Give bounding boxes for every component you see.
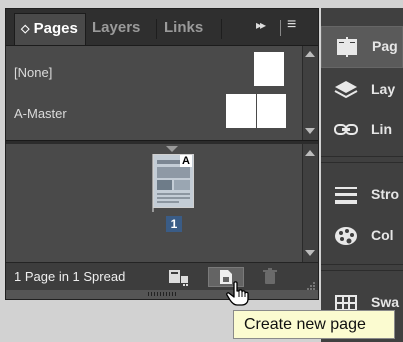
panel-tab-bar: ◇ Pages Layers Links ▸▸ ≡ <box>6 9 318 46</box>
page-thumbnail[interactable]: A <box>153 154 194 208</box>
dock-item-label: Swa <box>371 294 400 310</box>
dock-item-label: Lay <box>371 81 396 97</box>
master-a-right-page[interactable] <box>257 94 286 128</box>
dock-item-color[interactable]: Col <box>321 216 403 256</box>
panel-footer: 1 Page in 1 Spread <box>6 262 318 290</box>
dock-item-stroke[interactable]: Stro <box>321 175 403 215</box>
tab-links[interactable]: Links <box>164 13 218 45</box>
master-a[interactable]: A-Master <box>6 92 302 132</box>
tab-separator <box>280 20 281 36</box>
panel-menu-button[interactable]: ≡ <box>287 16 309 36</box>
links-icon <box>333 119 359 141</box>
color-icon <box>333 225 359 247</box>
grip-handle-icon <box>148 292 178 296</box>
dock-item-label: Col <box>371 227 394 243</box>
page-count-status: 1 Page in 1 Spread <box>14 269 126 284</box>
page-number-badge[interactable]: 1 <box>166 216 182 232</box>
master-letter-badge: A <box>180 155 192 167</box>
resize-grip-icon[interactable] <box>306 278 316 290</box>
scroll-up-arrow[interactable] <box>305 150 315 156</box>
document-pages-section: A 1 <box>6 144 302 262</box>
delete-page-button[interactable] <box>260 268 280 286</box>
dock-item-label: Lin <box>371 121 392 137</box>
master-none-thumbnail[interactable] <box>254 52 284 86</box>
hand-cursor-icon <box>226 281 250 307</box>
masters-section: [None] A-Master <box>6 46 302 140</box>
scroll-down-arrow[interactable] <box>305 250 315 256</box>
pages-icon <box>334 36 360 58</box>
masters-scrollbar[interactable] <box>302 46 318 140</box>
tab-pages[interactable]: ◇ Pages <box>14 13 86 45</box>
tab-layers[interactable]: Layers <box>92 13 158 45</box>
edit-page-size-button[interactable] <box>166 268 190 286</box>
tab-separator <box>156 19 157 39</box>
stroke-icon <box>333 184 359 206</box>
master-a-left-page[interactable] <box>226 94 256 128</box>
panel-dock: Pag Lay Lin Stro Col Swa <box>321 8 403 342</box>
layers-icon <box>333 79 359 101</box>
tooltip: Create new page <box>233 310 395 339</box>
panel-collapse-grip[interactable] <box>6 290 318 299</box>
dock-item-label: Stro <box>371 186 399 202</box>
dock-separator <box>321 264 403 265</box>
dock-item-label: Pag <box>372 38 398 54</box>
dock-separator <box>321 156 403 157</box>
trash-icon <box>263 268 277 284</box>
pages-scrollbar[interactable] <box>302 144 318 262</box>
dock-item-layers[interactable]: Lay <box>321 70 403 110</box>
chevron-updown-icon: ◇ <box>21 23 30 35</box>
panel-overflow-button[interactable]: ▸▸ <box>256 18 266 32</box>
spread-indicator-icon <box>166 146 178 152</box>
dock-separator <box>321 270 403 271</box>
tab-layers-label: Layers <box>92 19 141 36</box>
scroll-up-arrow[interactable] <box>305 51 315 57</box>
master-none[interactable]: [None] <box>6 50 302 90</box>
scroll-down-arrow[interactable] <box>305 128 315 134</box>
master-label: A-Master <box>14 106 67 121</box>
tab-pages-label: Pages <box>33 20 78 37</box>
master-label: [None] <box>14 65 53 80</box>
dock-item-pages[interactable]: Pag <box>321 26 403 68</box>
tab-separator <box>221 19 222 39</box>
dock-separator <box>321 162 403 163</box>
dock-item-links[interactable]: Lin <box>321 110 403 150</box>
tab-links-label: Links <box>164 19 204 36</box>
menu-icon: ≡ <box>287 16 297 33</box>
page-size-icon <box>169 270 188 286</box>
pages-panel: ◇ Pages Layers Links ▸▸ ≡ [None] A-Maste… <box>5 8 319 300</box>
